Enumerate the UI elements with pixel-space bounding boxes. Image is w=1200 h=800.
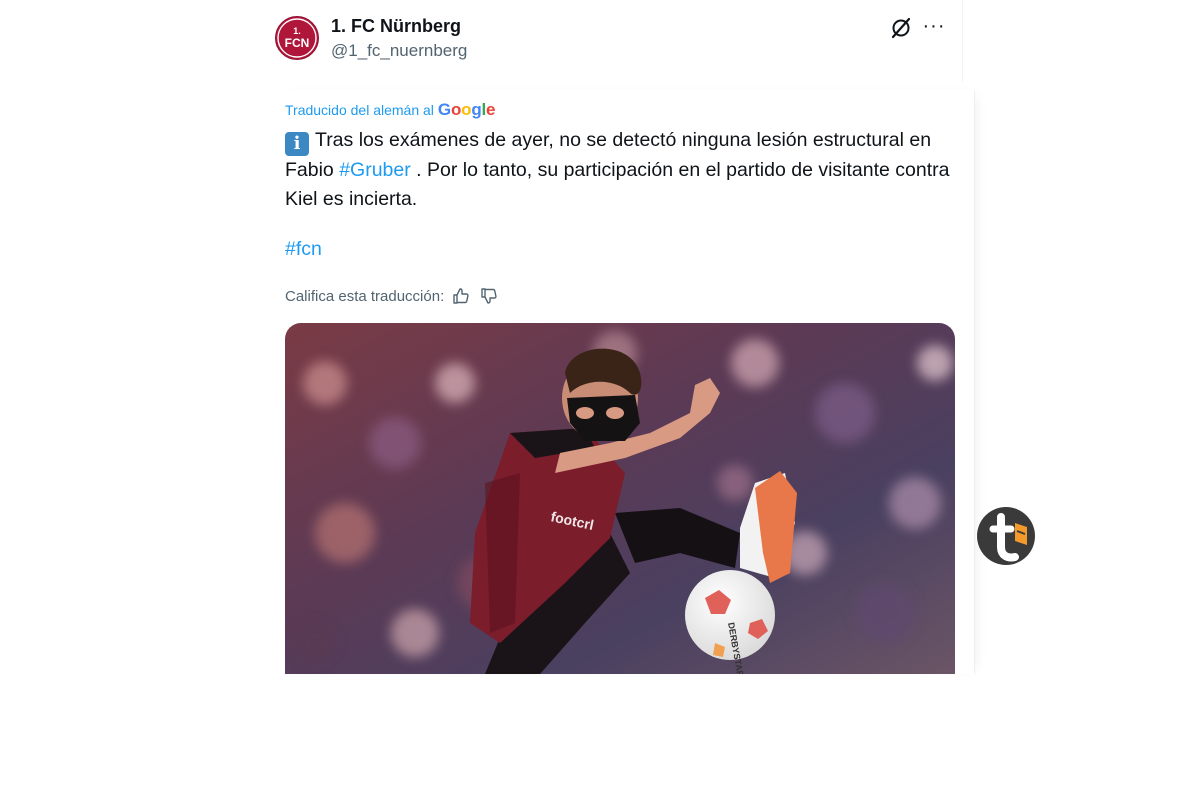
google-letter: g: [471, 100, 482, 119]
thumbs-down-icon[interactable]: [478, 285, 500, 307]
header-divider: [962, 0, 963, 82]
player-photo: footcrl DERBYSTAR: [285, 323, 955, 674]
display-name[interactable]: 1. FC Nürnberg: [331, 16, 461, 37]
tweet-card: Traducido del alemán al Google i Tras los…: [275, 90, 975, 674]
thumbs-up-icon[interactable]: [450, 285, 472, 307]
svg-text:1.: 1.: [293, 26, 301, 36]
google-letter: e: [486, 100, 496, 119]
fcn-logo-icon: 1. FCN: [277, 18, 317, 58]
grok-icon[interactable]: [890, 17, 912, 39]
more-icon[interactable]: ···: [920, 14, 948, 38]
tweet-text: i Tras los exámenes de ayer, no se detect…: [285, 126, 955, 214]
svg-text:FCN: FCN: [285, 36, 310, 50]
tweet-photo[interactable]: footcrl DERBYSTAR: [285, 323, 955, 674]
rate-label: Califica esta traducción:: [285, 287, 445, 305]
translation-note: Traducido del alemán al Google: [285, 100, 496, 120]
google-logo: Google: [437, 100, 496, 120]
hashtag-gruber-link[interactable]: #Gruber: [339, 159, 411, 181]
card-divider: [974, 90, 975, 674]
google-letter: G: [437, 100, 451, 119]
google-letter: o: [450, 100, 462, 119]
hashtag-fcn-link[interactable]: #fcn: [285, 238, 322, 261]
info-emoji: i: [285, 132, 309, 156]
tweet-header: 1. FCN 1. FC Nürnberg @1_fc_nuernberg ··…: [275, 0, 963, 82]
avatar[interactable]: 1. FCN: [275, 16, 319, 60]
google-letter: o: [461, 100, 472, 119]
site-watermark-icon: [975, 505, 1037, 567]
translated-label: Traducido del alemán al: [285, 102, 434, 118]
rate-translation: Califica esta traducción:: [285, 285, 500, 307]
user-handle[interactable]: @1_fc_nuernberg: [331, 41, 467, 61]
